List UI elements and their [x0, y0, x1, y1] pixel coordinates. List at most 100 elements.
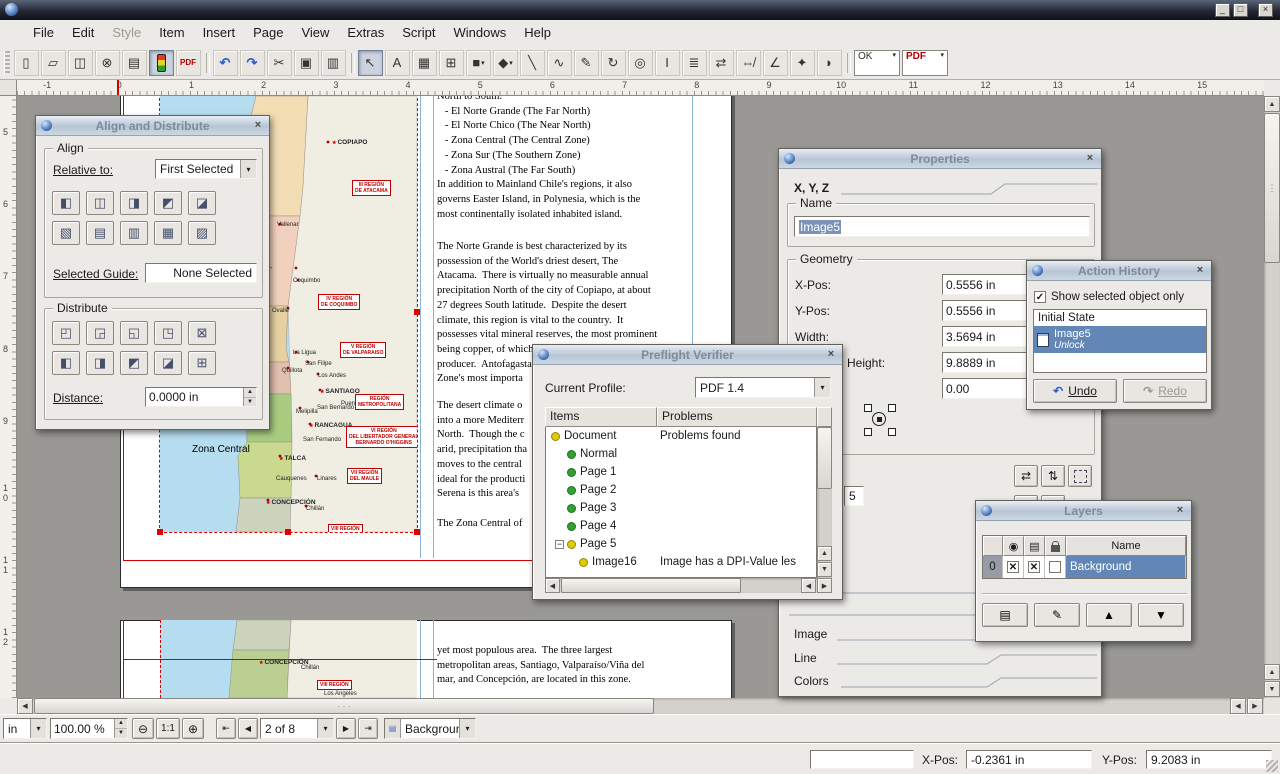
redo-button[interactable]: ↷	[240, 50, 265, 76]
flip-horizontal-button[interactable]: ⇄	[1014, 465, 1038, 487]
align-bottom-edges-button[interactable]: ▥	[120, 221, 148, 245]
measurements-button[interactable]: ∠	[763, 50, 788, 76]
insert-freehand-button[interactable]: ✎	[574, 50, 599, 76]
layer-select[interactable]: ▤ Background ▾	[384, 718, 476, 739]
zoom-tool-button[interactable]: ◎	[628, 50, 653, 76]
tab-image[interactable]: Image	[794, 627, 827, 641]
raise-layer-button[interactable]: ▲	[1086, 603, 1132, 627]
tab-colors[interactable]: Colors	[794, 674, 829, 688]
tab-xyz[interactable]: X, Y, Z	[794, 181, 829, 195]
scroll-left-icon[interactable]: ◀	[545, 578, 560, 593]
lock-size-button[interactable]	[1068, 465, 1092, 487]
new-document-button[interactable]: ▯	[14, 50, 39, 76]
spin-up-icon[interactable]: ▲	[244, 388, 256, 398]
distribute-middles-button[interactable]: ◨	[86, 351, 114, 375]
distribute-left-sides-button[interactable]: ◰	[52, 321, 80, 345]
next-page-button[interactable]: ▶	[336, 718, 356, 739]
relative-to-select[interactable]: First Selected▾	[155, 159, 257, 179]
unit-select[interactable]: in▾	[3, 718, 47, 739]
name-input[interactable]: Image5	[794, 216, 1090, 237]
distance-spin[interactable]: 0.0000 in ▲▼	[145, 387, 257, 407]
resize-grip[interactable]	[1266, 760, 1278, 772]
insert-polygon-button[interactable]: ◆▾	[493, 50, 518, 76]
print-document-button[interactable]: ▤	[122, 50, 147, 76]
insert-text-frame-button[interactable]: A	[385, 50, 410, 76]
delete-layer-button[interactable]: ✎	[1034, 603, 1080, 627]
spin-up-icon[interactable]: ▲	[115, 719, 127, 729]
menu-item[interactable]: Item	[150, 20, 193, 46]
distribute-bottoms-button[interactable]: ◩	[120, 351, 148, 375]
redo-button[interactable]: ↷ Redo	[1123, 379, 1207, 403]
close-icon[interactable]: ×	[1083, 152, 1097, 166]
pdf-fields-combo[interactable]: PDF▾	[902, 50, 948, 76]
horizontal-scroll-thumb[interactable]: · · ·	[34, 698, 654, 714]
align-stack-button[interactable]: ▦	[154, 221, 182, 245]
distribute-centers-h-button[interactable]: ◲	[86, 321, 114, 345]
layer-row[interactable]: 0 ✕ ✕ Background	[983, 556, 1186, 578]
preflight-tree-row[interactable]: Page 4	[546, 517, 816, 535]
menu-file[interactable]: File	[24, 20, 63, 46]
select-item-tool-button[interactable]: ↖	[358, 50, 383, 76]
close-icon[interactable]: ×	[1193, 264, 1207, 278]
distribute-x-dist-button[interactable]: ⊠	[188, 321, 216, 345]
preflight-tree-row[interactable]: Document Problems found	[546, 427, 816, 445]
scroll-right-icon[interactable]: ▶	[817, 578, 832, 593]
menu-extras[interactable]: Extras	[338, 20, 393, 46]
align-tops-button[interactable]: ◩	[154, 191, 182, 215]
scroll-down-icon[interactable]: ▼	[817, 562, 832, 577]
window-maximize-button[interactable]: □	[1233, 3, 1248, 17]
close-icon[interactable]: ×	[824, 348, 838, 362]
show-selected-only-checkbox[interactable]: ✓	[1034, 291, 1046, 303]
add-layer-button[interactable]: ▤	[982, 603, 1028, 627]
layer-name[interactable]: Background	[1066, 556, 1186, 578]
cut-button[interactable]: ✂	[267, 50, 292, 76]
scroll-up-icon[interactable]: ▲	[1264, 96, 1280, 112]
undo-button[interactable]: ↶ Undo	[1033, 379, 1117, 403]
eye-dropper-button[interactable]: ◗	[817, 50, 842, 76]
text-frame[interactable]: yet most populous area. The three larges…	[437, 644, 699, 688]
vertical-scrollbar[interactable]: ▲ ⋮ ▲ ▼	[1264, 96, 1280, 698]
scroll-up-icon[interactable]: ▲	[1264, 664, 1280, 680]
distribute-tops-button[interactable]: ◧	[52, 351, 80, 375]
page-select[interactable]: 2 of 8▾	[260, 718, 334, 739]
layer-visible-checkbox[interactable]: ✕	[1007, 561, 1019, 573]
lower-layer-button[interactable]: ▼	[1138, 603, 1184, 627]
copy-item-properties-button[interactable]: ✦	[790, 50, 815, 76]
preflight-tree-row[interactable]: − Page 5	[546, 535, 816, 553]
tree-horizontal-scrollbar[interactable]: ◀ ◀ ▶	[545, 578, 832, 593]
distribute-equal-v-button[interactable]: ◪	[154, 351, 182, 375]
palette-titlebar[interactable]: Properties ×	[779, 149, 1101, 169]
undo-button[interactable]: ↶	[213, 50, 238, 76]
story-editor-button[interactable]: ≣	[682, 50, 707, 76]
toolbar-separator[interactable]	[844, 50, 852, 76]
spin-down-icon[interactable]: ▼	[115, 729, 127, 738]
align-bottoms-button[interactable]: ◪	[188, 191, 216, 215]
menu-edit[interactable]: Edit	[63, 20, 103, 46]
close-icon[interactable]: ×	[251, 119, 265, 133]
toolbar-separator[interactable]	[203, 50, 211, 76]
rotate-item-button[interactable]: ↻	[601, 50, 626, 76]
menu-windows[interactable]: Windows	[444, 20, 515, 46]
insert-table-button[interactable]: ⊞	[439, 50, 464, 76]
layer-lock-checkbox[interactable]	[1049, 561, 1061, 573]
window-close-button[interactable]: ×	[1258, 3, 1273, 17]
spin-down-icon[interactable]: ▼	[244, 398, 256, 407]
zoom-level-spin[interactable]: 100.00 % ▲▼	[50, 718, 128, 739]
preflight-tree-row[interactable]: Image16 Image has a DPI-Value les	[546, 553, 816, 571]
profile-select[interactable]: PDF 1.4▾	[695, 377, 831, 398]
scroll-left-icon[interactable]: ◀	[801, 578, 816, 593]
close-icon[interactable]: ×	[1173, 504, 1187, 518]
resize-handle[interactable]	[157, 529, 163, 535]
menu-style[interactable]: Style	[103, 20, 150, 46]
align-top-edges-button[interactable]: ▧	[52, 221, 80, 245]
scroll-right-icon[interactable]: ▶	[1247, 698, 1263, 714]
scroll-down-icon[interactable]: ▼	[1264, 681, 1280, 697]
insert-shape-button[interactable]: ■▾	[466, 50, 491, 76]
menu-page[interactable]: Page	[244, 20, 292, 46]
save-document-button[interactable]: ◫	[68, 50, 93, 76]
align-centers-vertical-button[interactable]: ◫	[86, 191, 114, 215]
insert-line-button[interactable]: ╲	[520, 50, 545, 76]
unlink-text-frames-button[interactable]: ⇎	[736, 50, 761, 76]
pdf-ok-tools-combo[interactable]: OK▾	[854, 50, 900, 76]
flip-vertical-button[interactable]: ⇅	[1041, 465, 1065, 487]
